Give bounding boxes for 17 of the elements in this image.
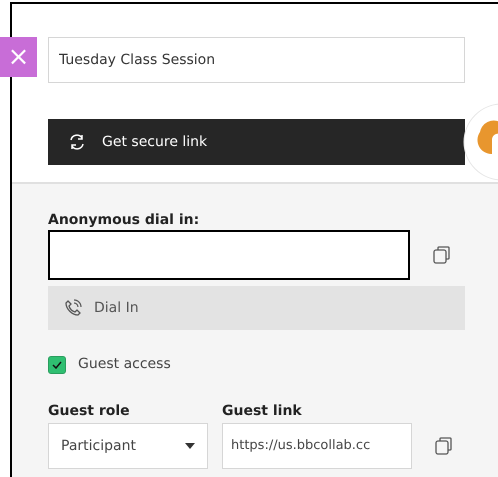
guest-role-dropdown[interactable]: Participant (48, 423, 208, 469)
get-secure-link-button[interactable]: Get secure link (48, 119, 465, 165)
copy-icon[interactable] (432, 245, 452, 265)
session-name-field[interactable]: Tuesday Class Session (48, 37, 465, 83)
field-label: Anonymous dial in: (48, 211, 200, 230)
field-label: Guest role (48, 402, 131, 421)
check-icon (52, 360, 62, 368)
phone-icon (64, 299, 82, 317)
refresh-icon (68, 133, 86, 151)
guest-access-checkbox[interactable] (48, 356, 66, 374)
checkbox-label: Guest access (78, 355, 171, 374)
dropdown-arrow-icon (185, 443, 195, 449)
field-label: Guest link (222, 402, 303, 421)
copy-icon[interactable] (434, 436, 454, 456)
dial-in-field[interactable] (48, 230, 410, 280)
guest-link-field[interactable]: https://us.bbcollab.cc (222, 423, 412, 469)
dial-in-button[interactable]: Dial In (48, 286, 465, 330)
